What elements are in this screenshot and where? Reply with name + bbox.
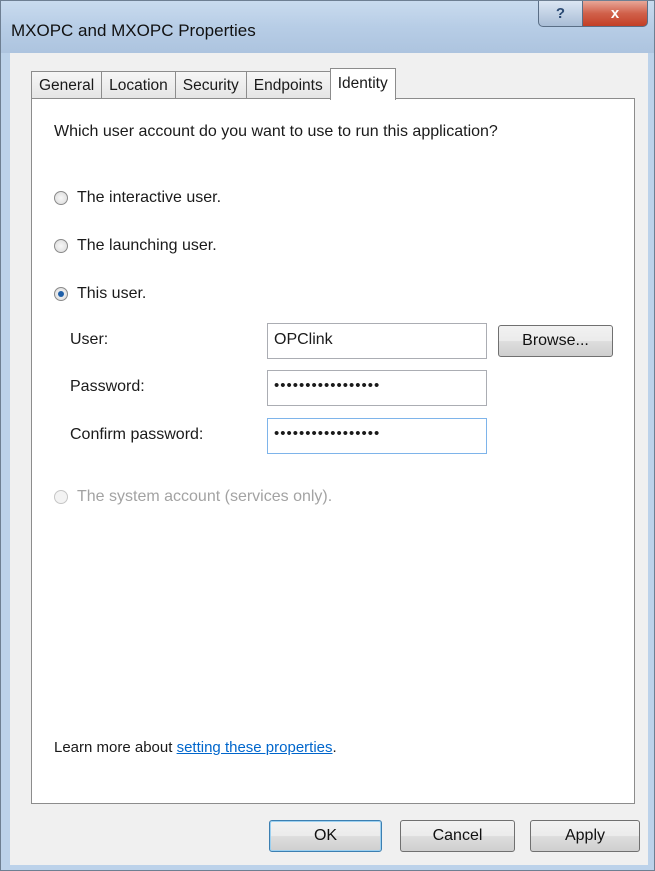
option-interactive-user[interactable]: The interactive user.	[54, 189, 221, 207]
learn-more-prefix: Learn more about	[54, 739, 177, 756]
radio-system-account	[54, 490, 68, 504]
title-bar[interactable]: MXOPC and MXOPC Properties ? x	[1, 1, 654, 53]
tab-location[interactable]: Location	[101, 71, 176, 99]
help-button[interactable]: ?	[538, 1, 583, 27]
option-label: The launching user.	[77, 237, 217, 254]
learn-more-suffix: .	[332, 739, 337, 756]
option-system-account: The system account (services only).	[54, 488, 332, 506]
tab-security[interactable]: Security	[174, 71, 247, 99]
option-this-user[interactable]: This user.	[54, 285, 146, 303]
close-button[interactable]: x	[582, 1, 648, 27]
tab-general[interactable]: General	[31, 71, 103, 99]
option-launching-user[interactable]: The launching user.	[54, 237, 217, 255]
identity-panel: Which user account do you want to use to…	[31, 98, 635, 804]
confirm-password-label: Confirm password:	[70, 426, 204, 443]
close-icon: x	[610, 5, 620, 22]
ok-button[interactable]: OK	[269, 820, 382, 852]
radio-launching-user[interactable]	[54, 239, 68, 253]
identity-question: Which user account do you want to use to…	[54, 123, 498, 140]
password-field[interactable]: •••••••••••••••••	[267, 370, 487, 406]
radio-this-user[interactable]	[54, 287, 68, 301]
option-label: This user.	[77, 285, 147, 302]
user-field[interactable]: OPClink	[267, 323, 487, 359]
window-title: MXOPC and MXOPC Properties	[11, 21, 256, 40]
browse-button[interactable]: Browse...	[498, 325, 613, 357]
user-label: User:	[70, 331, 109, 348]
dialog-client-area: General Location Security Endpoints Iden…	[10, 53, 648, 865]
tab-endpoints[interactable]: Endpoints	[245, 71, 331, 99]
password-label: Password:	[70, 378, 145, 395]
confirm-password-field[interactable]: •••••••••••••••••	[267, 418, 487, 454]
option-label: The interactive user.	[77, 189, 222, 206]
learn-more-text: Learn more about setting these propertie…	[54, 739, 337, 756]
tab-identity[interactable]: Identity	[329, 68, 396, 100]
option-label: The system account (services only).	[77, 488, 333, 505]
learn-more-link[interactable]: setting these properties	[177, 739, 333, 756]
radio-interactive-user[interactable]	[54, 191, 68, 205]
help-icon: ?	[555, 5, 566, 22]
properties-dialog: MXOPC and MXOPC Properties ? x General L…	[0, 0, 655, 871]
cancel-button[interactable]: Cancel	[400, 820, 515, 852]
apply-button[interactable]: Apply	[530, 820, 640, 852]
tab-strip: General Location Security Endpoints Iden…	[31, 68, 396, 100]
